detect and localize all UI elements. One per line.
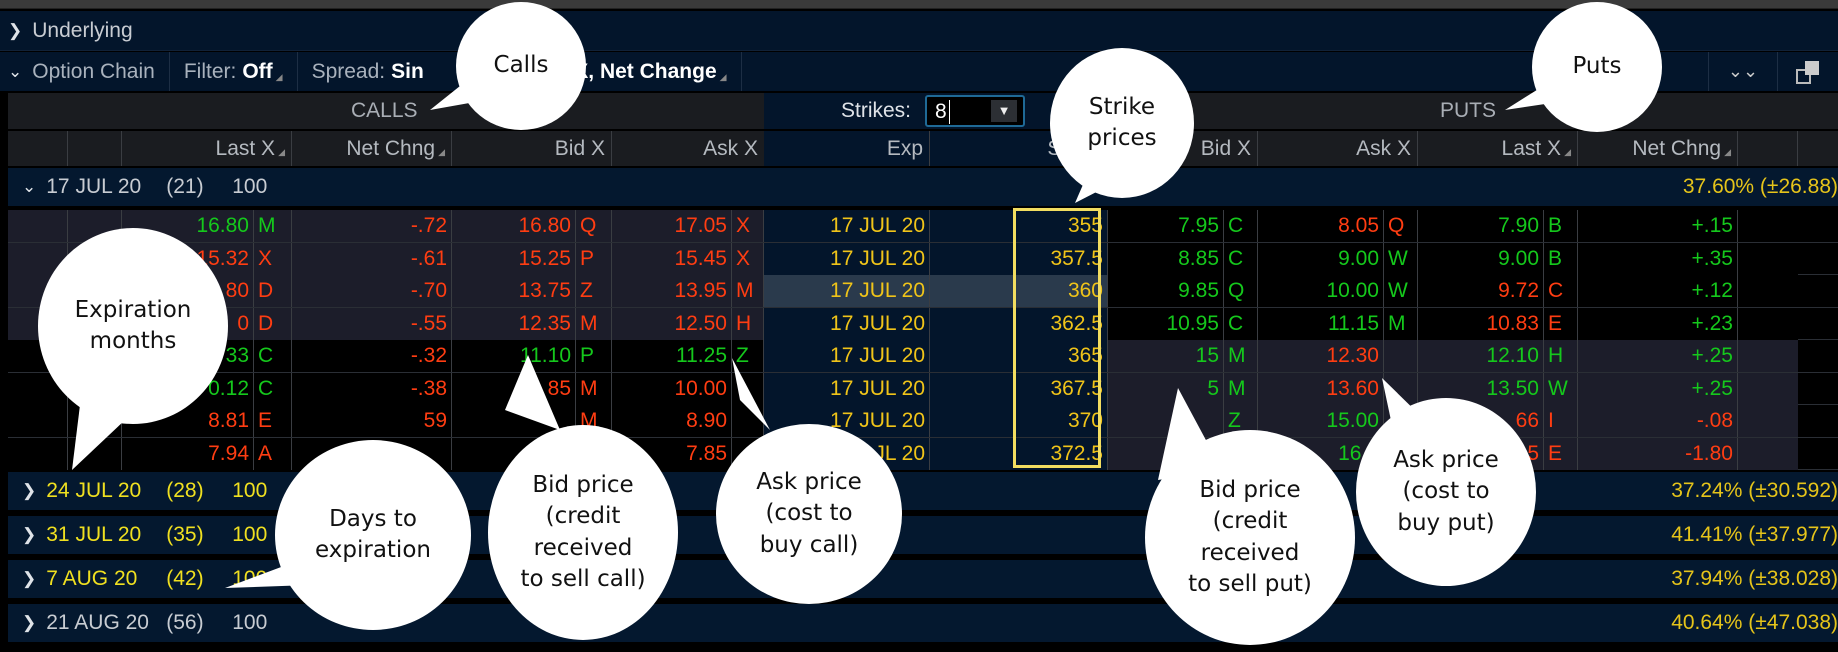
bid-price-call-callout: Bid price (credit received to sell call) — [488, 425, 678, 640]
bid-call-callout-tail — [505, 355, 560, 430]
ask-call-callout-tail — [732, 358, 770, 430]
days-to-expiration-callout: Days to expiration — [275, 440, 471, 630]
strike-prices-callout: Strike prices — [1050, 48, 1194, 198]
ask-price-call-callout: Ask price (cost to buy call) — [716, 424, 902, 604]
expiration-months-callout: Expiration months — [38, 228, 228, 424]
calls-callout: Calls — [456, 2, 586, 130]
puts-callout: Puts — [1532, 2, 1662, 132]
ask-price-put-callout: Ask price (cost to buy put) — [1356, 398, 1536, 586]
bid-price-put-callout: Bid price (credit received to sell put) — [1145, 430, 1355, 645]
